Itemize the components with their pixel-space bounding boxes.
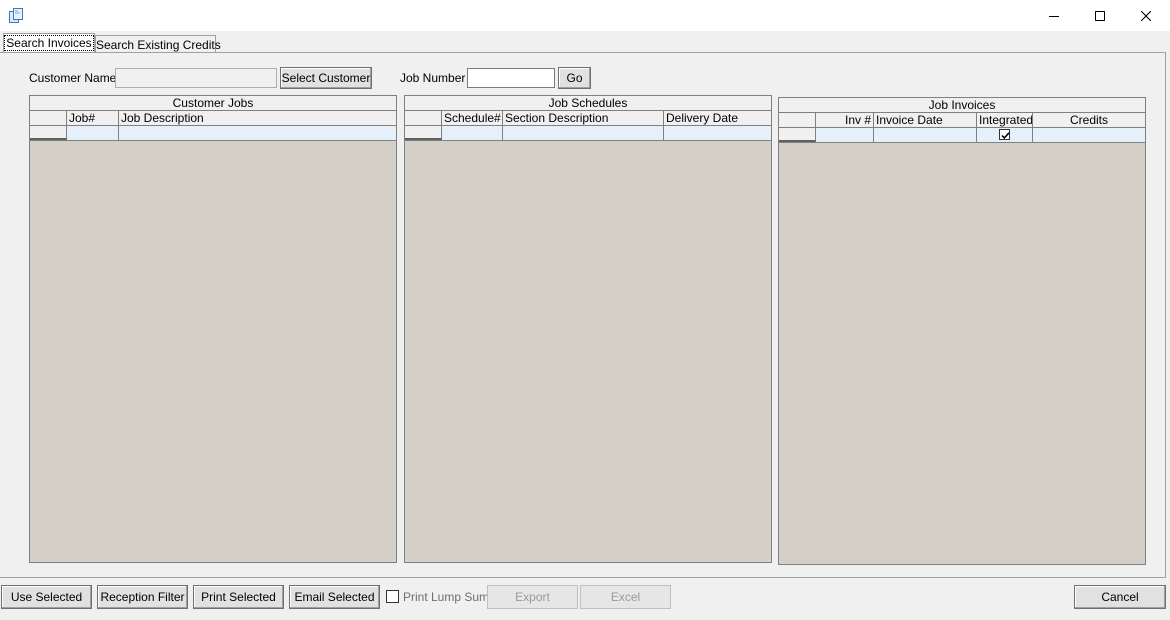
customer-jobs-header: Job# Job Description	[30, 111, 396, 126]
minimize-icon	[1049, 15, 1059, 17]
job-invoices-caption: Job Invoices	[779, 98, 1145, 113]
integrated-cell[interactable]	[977, 128, 1033, 142]
tab-search-existing-credits[interactable]: Search Existing Credits	[95, 35, 221, 53]
title-bar	[0, 0, 1170, 31]
column-header-invoice-date[interactable]: Invoice Date	[874, 113, 977, 127]
tab-strip: Search Invoices Search Existing Credits	[0, 31, 1170, 53]
credits-cell[interactable]	[1033, 128, 1145, 142]
table-row[interactable]	[405, 126, 771, 141]
row-header-corner	[779, 113, 816, 127]
reception-filter-button[interactable]: Reception Filter	[97, 585, 188, 609]
section-description-cell[interactable]	[503, 126, 664, 140]
excel-button[interactable]: Excel	[580, 585, 671, 609]
customer-name-field[interactable]	[115, 68, 277, 88]
action-bar: Use Selected Reception Filter Print Sele…	[0, 580, 1170, 620]
tab-panel: Customer Name : Select Customer Job Numb…	[0, 52, 1166, 578]
row-header-corner	[405, 111, 442, 125]
close-button[interactable]	[1123, 0, 1169, 31]
column-header-job-number[interactable]: Job#	[67, 111, 119, 125]
maximize-icon	[1095, 10, 1105, 21]
print-lump-sum-checkbox[interactable]	[386, 590, 399, 603]
column-header-section-description[interactable]: Section Description	[503, 111, 664, 125]
customer-jobs-caption: Customer Jobs	[30, 96, 396, 111]
delivery-date-cell[interactable]	[664, 126, 771, 140]
export-button[interactable]: Export	[487, 585, 578, 609]
table-row[interactable]	[30, 126, 396, 141]
job-schedules-header: Schedule# Section Description Delivery D…	[405, 111, 771, 126]
go-button[interactable]: Go	[558, 67, 591, 89]
print-lump-sum-label: Print Lump Sum	[403, 590, 490, 604]
tab-label: Search Existing Credits	[96, 38, 221, 52]
column-header-schedule-number[interactable]: Schedule#	[442, 111, 503, 125]
maximize-button[interactable]	[1077, 0, 1123, 31]
table-row[interactable]	[779, 128, 1145, 143]
select-customer-button[interactable]: Select Customer	[280, 67, 372, 89]
close-icon	[1141, 10, 1151, 21]
use-selected-button[interactable]: Use Selected	[1, 585, 92, 609]
minimize-button[interactable]	[1031, 0, 1077, 31]
column-header-delivery-date[interactable]: Delivery Date	[664, 111, 771, 125]
column-header-job-description[interactable]: Job Description	[119, 111, 396, 125]
job-schedules-grid[interactable]: Job Schedules Schedule# Section Descript…	[404, 95, 772, 563]
column-header-credits[interactable]: Credits	[1033, 113, 1145, 127]
row-header-corner	[30, 111, 67, 125]
job-description-cell[interactable]	[119, 126, 396, 140]
row-header[interactable]	[30, 126, 67, 140]
customer-name-label: Customer Name :	[29, 71, 124, 85]
job-number-input[interactable]	[467, 68, 555, 88]
row-header[interactable]	[405, 126, 442, 140]
job-invoices-grid[interactable]: Job Invoices Inv # Invoice Date Integrat…	[778, 97, 1146, 565]
print-selected-button[interactable]: Print Selected	[193, 585, 284, 609]
job-number-label: Job Number :	[400, 71, 473, 85]
tab-label: Search Invoices	[4, 35, 94, 51]
schedule-number-cell[interactable]	[442, 126, 503, 140]
row-header[interactable]	[779, 128, 816, 142]
job-schedules-caption: Job Schedules	[405, 96, 771, 111]
integrated-checkbox[interactable]	[999, 129, 1010, 141]
job-number-cell[interactable]	[67, 126, 119, 140]
invoice-date-cell[interactable]	[874, 128, 977, 142]
email-selected-button[interactable]: Email Selected	[289, 585, 380, 609]
tab-search-invoices[interactable]: Search Invoices	[3, 33, 95, 52]
checkmark-icon	[1001, 132, 1010, 140]
column-header-invoice-number[interactable]: Inv #	[816, 113, 874, 127]
column-header-integrated[interactable]: Integrated	[977, 113, 1033, 127]
cancel-button[interactable]: Cancel	[1074, 585, 1166, 609]
invoice-number-cell[interactable]	[816, 128, 874, 142]
customer-jobs-grid[interactable]: Customer Jobs Job# Job Description	[29, 95, 397, 563]
copy-documents-icon	[8, 7, 25, 24]
job-invoices-header: Inv # Invoice Date Integrated Credits	[779, 113, 1145, 128]
